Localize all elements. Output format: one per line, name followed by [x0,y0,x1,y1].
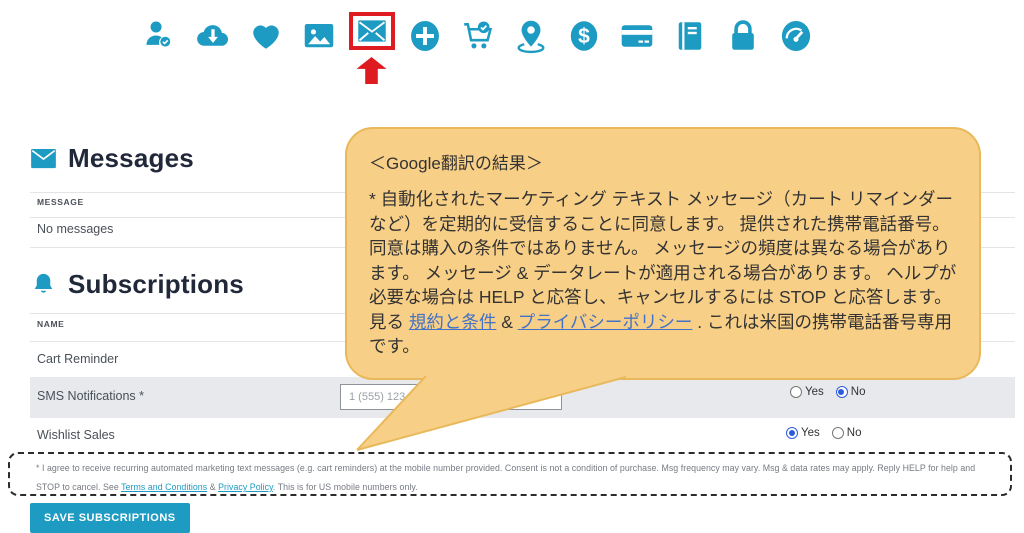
subscriptions-column-header: NAME [37,319,64,329]
radio-label: No [851,386,866,398]
wishlist-yes-radio[interactable]: Yes [786,427,820,439]
sms-notifications-radio-group: Yes No [790,386,865,398]
save-subscriptions-button[interactable]: SAVE SUBSCRIPTIONS [30,503,190,533]
subscriptions-title: Subscriptions [68,269,244,300]
terms-link-japanese[interactable]: 規約と条件 [409,312,497,332]
sms-no-radio[interactable]: No [836,386,866,398]
tooltip-body: * 自動化されたマーケティング テキスト メッセージ（カート リマインダーなど）… [369,187,957,359]
translation-tooltip: ＜Google翻訳の結果＞ * 自動化されたマーケティング テキスト メッセージ… [345,127,981,380]
highlight-box [349,12,395,50]
tooltip-text-part: * 自動化されたマーケティング テキスト メッセージ（カート リマインダーなど）… [369,189,956,332]
heart-icon [248,18,284,54]
toolbar-item-locations[interactable] [504,8,557,80]
radio-label: Yes [805,386,824,398]
subscription-row-sms-label: SMS Notifications * [37,389,144,403]
toolbar-item-dashboard[interactable] [769,8,822,80]
subscriptions-heading: Subscriptions [30,269,244,300]
no-messages-row: No messages [37,222,113,236]
toolbar-item-messages[interactable] [345,8,398,80]
toolbar-item-security[interactable] [716,8,769,80]
toolbar-item-favorites[interactable] [239,8,292,80]
radio-label: Yes [801,427,820,439]
radio-icon[interactable] [786,427,798,439]
messages-column-header: MESSAGE [37,197,84,207]
toolbar-item-account[interactable] [133,8,186,80]
privacy-policy-link[interactable]: Privacy Policy [218,482,273,492]
sms-yes-radio[interactable]: Yes [790,386,824,398]
consent-text: * I agree to receive recurring automated… [36,459,998,497]
cart-check-icon [460,18,496,54]
tooltip-title: ＜Google翻訳の結果＞ [369,149,957,174]
consent-text-part: & [207,482,218,492]
book-icon [672,18,708,54]
highlight-arrow-icon [357,57,387,84]
consent-text-part: . This is for US mobile numbers only. [273,482,418,492]
toolbar-item-catalog[interactable] [663,8,716,80]
toolbar-item-payments[interactable]: $ [557,8,610,80]
terms-and-conditions-link[interactable]: Terms and Conditions [121,482,207,492]
plus-circle-icon [407,18,443,54]
messages-envelope-icon [30,145,57,172]
lock-icon [725,18,761,54]
credit-card-icon [619,18,655,54]
messages-heading: Messages [30,143,194,174]
subscription-row-wishlist-label: Wishlist Sales [37,428,115,442]
tooltip-text-part: & [496,312,517,332]
wishlist-sales-radio-group: Yes No [786,427,861,439]
consent-highlight-box: * I agree to receive recurring automated… [8,452,1012,496]
messages-title: Messages [68,143,194,174]
radio-icon[interactable] [790,386,802,398]
cloud-download-icon [195,18,231,54]
location-pin-icon [513,18,549,54]
bell-icon [30,271,57,298]
radio-icon[interactable] [836,386,848,398]
radio-icon[interactable] [832,427,844,439]
subscription-row-cart-reminder: Cart Reminder [37,352,118,366]
wishlist-no-radio[interactable]: No [832,427,862,439]
toolbar: $ [133,8,822,80]
toolbar-item-cards[interactable] [610,8,663,80]
user-check-icon [143,18,176,51]
dollar-circle-icon: $ [566,18,602,54]
toolbar-item-gallery[interactable] [292,8,345,80]
toolbar-item-cart[interactable] [451,8,504,80]
toolbar-item-add[interactable] [398,8,451,80]
image-icon [301,18,337,54]
svg-text:$: $ [578,25,590,48]
toolbar-item-downloads[interactable] [186,8,239,80]
tooltip-tail [340,376,640,456]
envelope-icon [357,19,387,43]
radio-label: No [847,427,862,439]
privacy-link-japanese[interactable]: プライバシーポリシー [518,312,693,332]
gauge-icon [778,18,814,54]
